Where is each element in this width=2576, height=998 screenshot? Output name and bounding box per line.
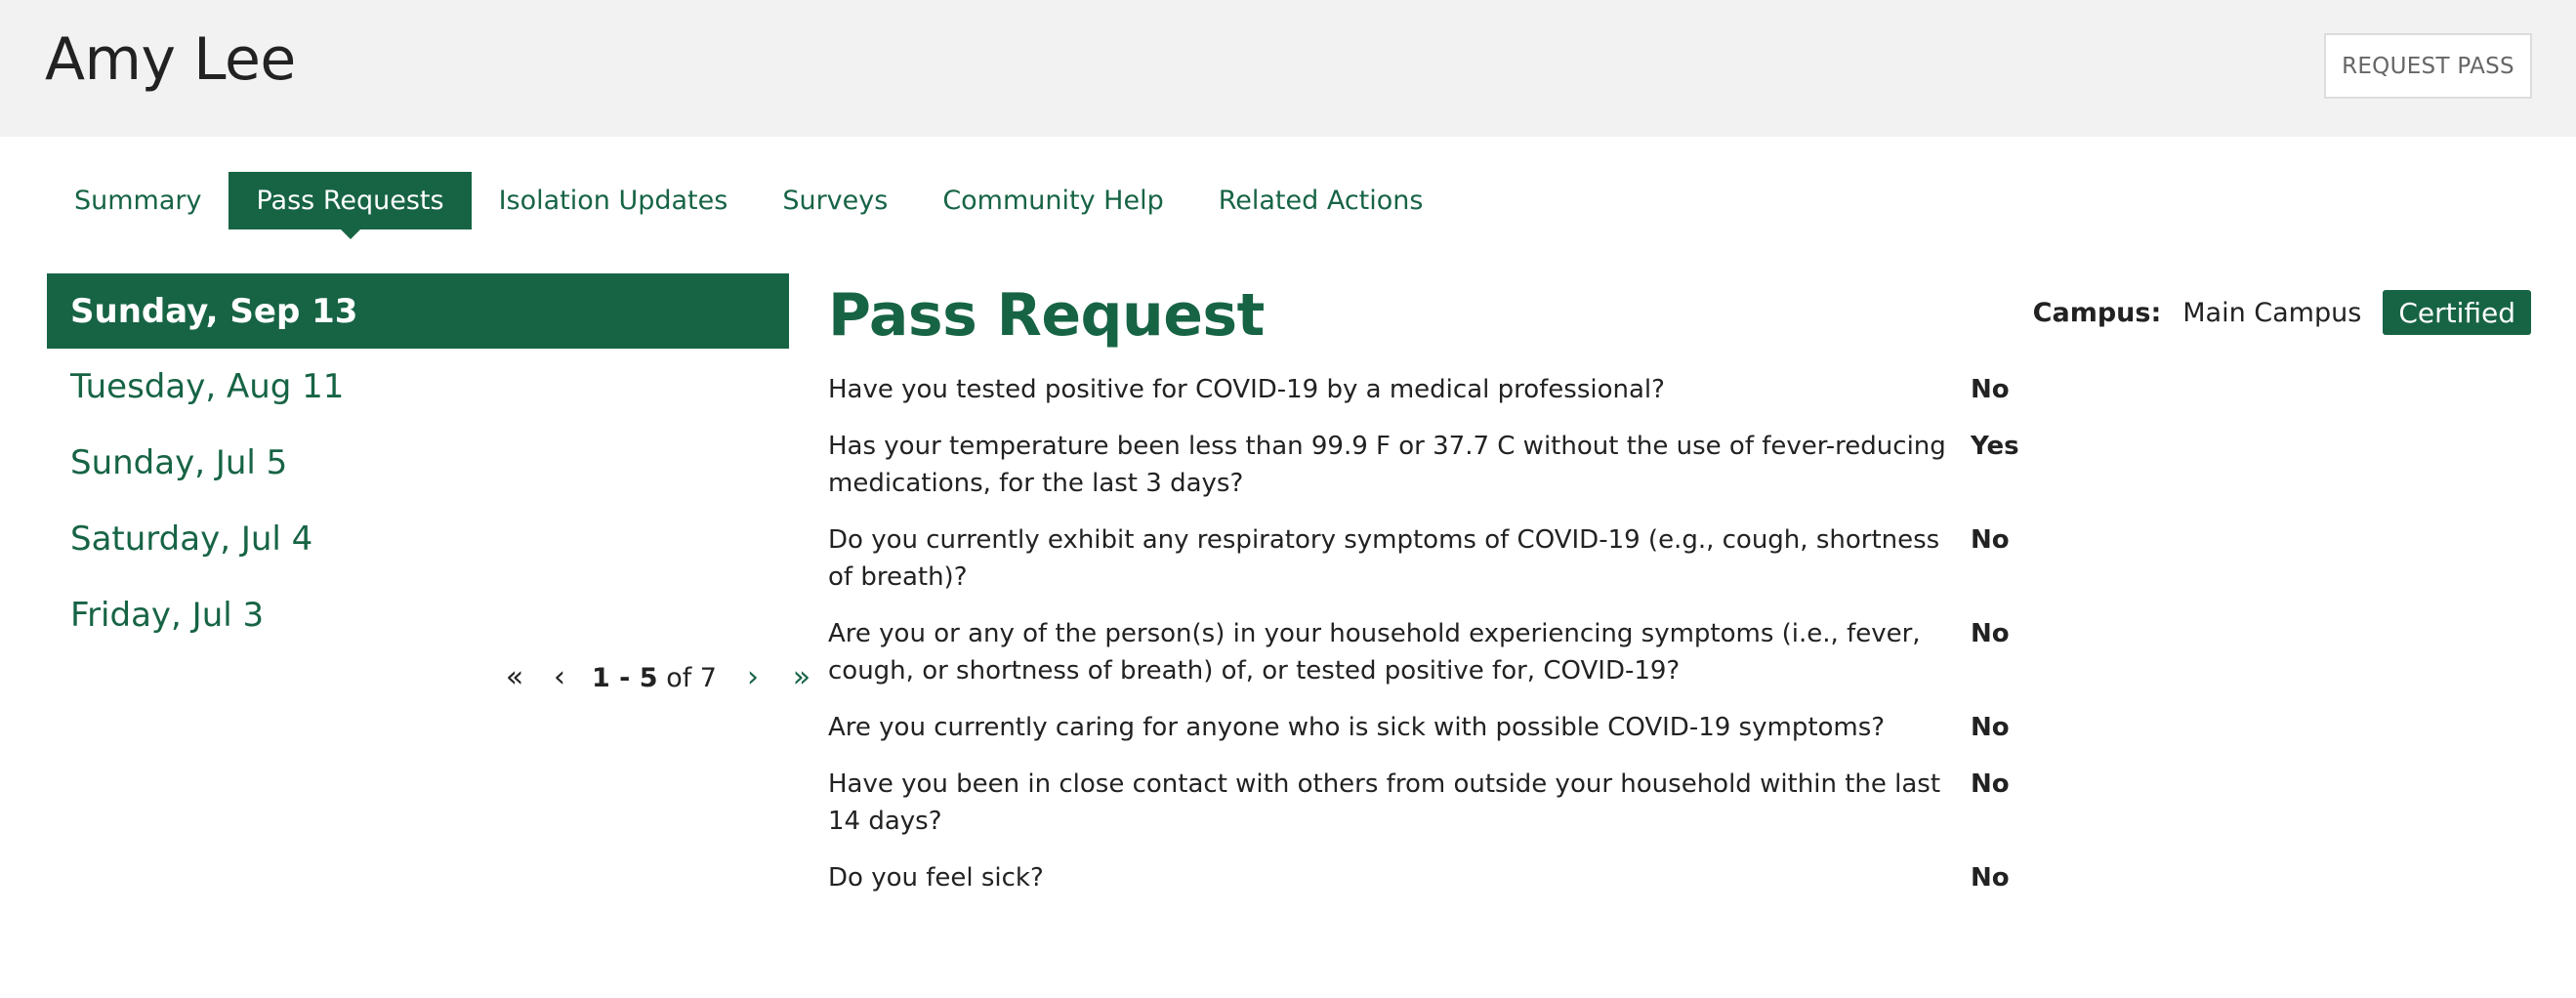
question-row: Have you tested positive for COVID-19 by… [828, 371, 2098, 408]
date-list-item[interactable]: Saturday, Jul 4 [47, 501, 789, 577]
tab-isolation-updates[interactable]: Isolation Updates [472, 172, 756, 229]
pagination: « ‹ 1 - 5 of 7 › » [500, 656, 816, 699]
next-page-icon[interactable]: › [738, 663, 768, 692]
question-text: Have you tested positive for COVID-19 by… [828, 375, 1665, 404]
question-text: Has your temperature been less than 99.9… [828, 432, 1946, 498]
last-page-icon[interactable]: » [787, 663, 816, 692]
tab-surveys[interactable]: Surveys [755, 172, 915, 229]
answer-text: No [1971, 525, 2010, 555]
date-list-item-selected[interactable]: Sunday, Sep 13 [47, 273, 789, 349]
status-badge: Certified [2383, 290, 2531, 335]
date-list-item[interactable]: Tuesday, Aug 11 [47, 349, 789, 425]
question-text: Do you feel sick? [828, 863, 1044, 893]
answer-text: No [1971, 863, 2010, 893]
request-pass-button[interactable]: REQUEST PASS [2324, 33, 2532, 99]
answer-text: Yes [1971, 432, 2019, 461]
tab-bar: Summary Pass Requests Isolation Updates … [47, 172, 1451, 239]
page-total: of 7 [666, 662, 717, 693]
pass-request-date-list: Sunday, Sep 13 Tuesday, Aug 11 Sunday, J… [47, 273, 789, 653]
pass-request-title: Pass Request [828, 281, 1265, 350]
campus-info: Campus: Main Campus Certified [2033, 290, 2531, 335]
page-range-label: 1 - 5 of 7 [592, 663, 717, 693]
answer-text: No [1971, 769, 2010, 799]
date-list-item[interactable]: Sunday, Jul 5 [47, 425, 789, 501]
question-text: Do you currently exhibit any respiratory… [828, 525, 1940, 592]
tab-summary[interactable]: Summary [47, 172, 229, 229]
question-row: Has your temperature been less than 99.9… [828, 428, 2098, 502]
question-row: Have you been in close contact with othe… [828, 766, 2098, 840]
questionnaire: Have you tested positive for COVID-19 by… [828, 371, 2098, 916]
person-name-title: Amy Lee [45, 25, 296, 94]
page-range: 1 - 5 [592, 662, 658, 693]
page-header: Amy Lee REQUEST PASS [0, 0, 2576, 137]
tab-pass-requests[interactable]: Pass Requests [229, 172, 472, 239]
question-row: Are you currently caring for anyone who … [828, 709, 2098, 746]
answer-text: No [1971, 375, 2010, 404]
tab-community-help[interactable]: Community Help [915, 172, 1190, 229]
question-text: Are you or any of the person(s) in your … [828, 619, 1921, 686]
answer-text: No [1971, 619, 2010, 648]
tab-related-actions[interactable]: Related Actions [1191, 172, 1451, 229]
date-list-item[interactable]: Friday, Jul 3 [47, 577, 789, 653]
question-text: Have you been in close contact with othe… [828, 769, 1941, 836]
answer-text: No [1971, 713, 2010, 742]
question-row: Do you feel sick? No [828, 859, 2098, 896]
question-row: Are you or any of the person(s) in your … [828, 615, 2098, 689]
campus-label: Campus: [2032, 297, 2162, 328]
campus-value: Main Campus [2182, 297, 2362, 328]
first-page-icon[interactable]: « [500, 663, 529, 692]
previous-page-icon[interactable]: ‹ [545, 663, 574, 692]
question-row: Do you currently exhibit any respiratory… [828, 521, 2098, 596]
question-text: Are you currently caring for anyone who … [828, 713, 1886, 742]
